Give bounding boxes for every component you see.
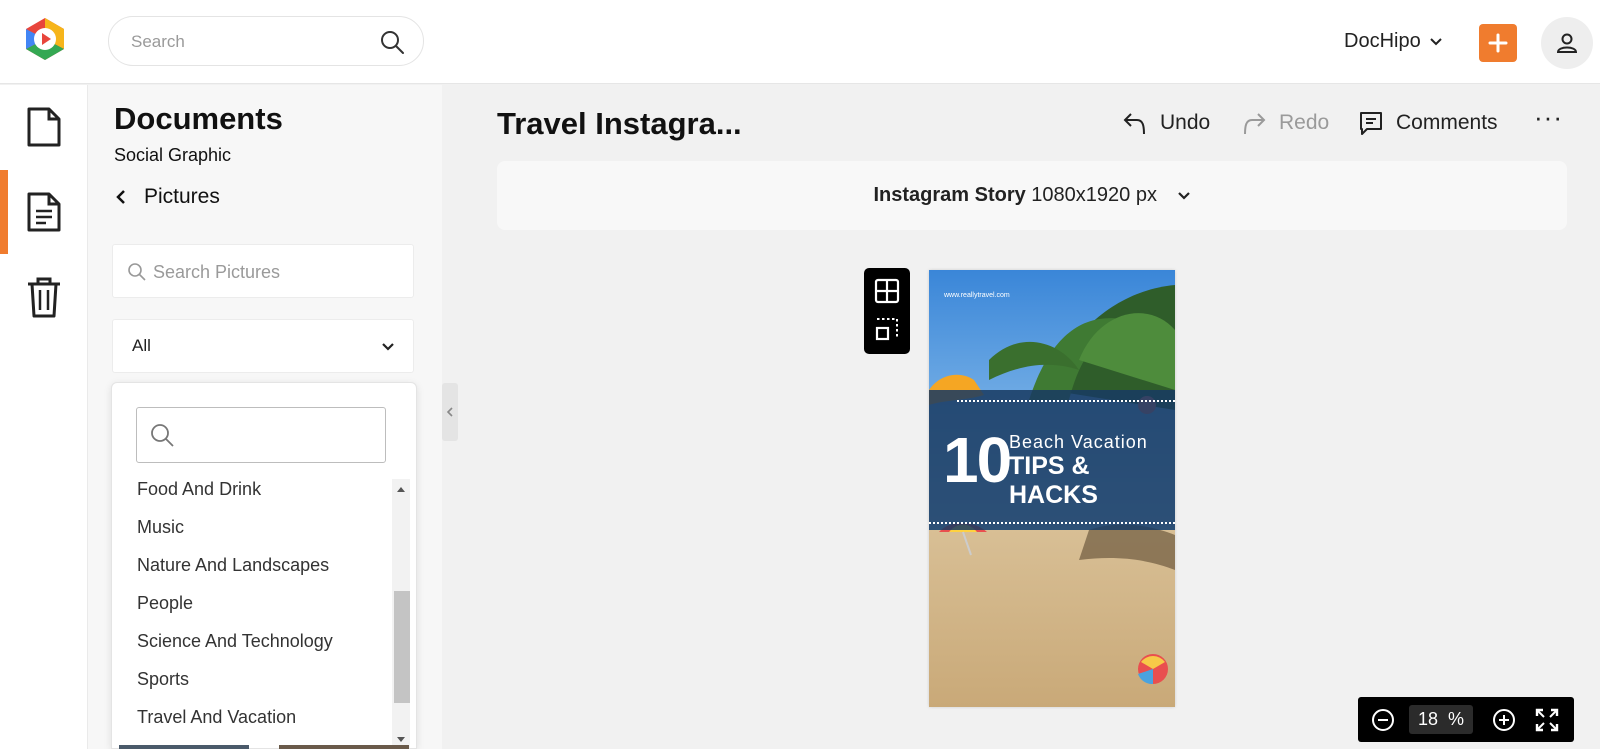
design-url-text: www.reallyt­ravel.com <box>944 292 1010 299</box>
user-icon <box>1556 33 1578 53</box>
top-bar: DocHipo <box>0 0 1600 84</box>
fullscreen-icon[interactable] <box>1534 707 1560 733</box>
zoom-in-icon[interactable] <box>1491 707 1517 733</box>
zoom-unit: % <box>1448 709 1465 729</box>
redo-button[interactable]: Redo <box>1241 110 1329 136</box>
search-icon <box>151 424 174 447</box>
dropdown-item[interactable]: People <box>137 593 193 614</box>
category-selected-value: All <box>132 336 151 355</box>
canvas-mini-toolbar <box>864 268 910 354</box>
picture-thumbnail[interactable] <box>119 745 249 749</box>
picture-search <box>112 244 414 298</box>
dropdown-search-input[interactable] <box>136 407 386 463</box>
scrollbar-thumb[interactable] <box>394 591 410 703</box>
search-icon <box>128 263 146 281</box>
zoom-out-icon[interactable] <box>1370 707 1396 733</box>
zoom-controls: 18 % <box>1358 697 1574 742</box>
chevron-down-icon <box>1177 191 1190 200</box>
category-dropdown: Food And Drink Music Nature And Landscap… <box>111 382 417 749</box>
global-search <box>108 16 424 66</box>
design-number-text: 10 <box>943 424 1012 496</box>
plus-icon <box>1488 33 1508 53</box>
design-heading-line2: TIPS & HACKS <box>1009 452 1098 509</box>
category-select[interactable]: All <box>112 319 414 373</box>
left-rail <box>0 85 88 749</box>
undo-label: Undo <box>1160 111 1211 134</box>
dropdown-item[interactable]: Travel And Vacation <box>137 707 296 728</box>
format-size: 1080x1920 px <box>1031 184 1157 206</box>
format-label: Instagram Story 1080x1920 px <box>497 184 1567 207</box>
trash-icon <box>28 277 60 318</box>
grid-icon[interactable] <box>874 278 900 304</box>
chevron-down-icon <box>382 343 394 351</box>
redo-icon <box>1244 113 1266 135</box>
resize-icon[interactable] <box>874 316 900 342</box>
more-options-button[interactable]: ··· <box>1534 104 1563 130</box>
format-name: Instagram Story <box>873 184 1026 206</box>
collapse-panel-button[interactable] <box>442 383 458 441</box>
design-canvas[interactable]: www.reallyt­ravel.com 10 Beach Vacation … <box>929 270 1175 707</box>
back-label: Pictures <box>144 185 220 208</box>
document-title[interactable]: Travel Instagra... <box>497 106 742 142</box>
comments-button[interactable]: Comments <box>1358 110 1498 136</box>
rail-item-trash[interactable] <box>0 255 88 339</box>
undo-icon <box>1123 113 1145 135</box>
dropdown-item[interactable]: Nature And Landscapes <box>137 555 329 576</box>
picture-thumbnail[interactable] <box>279 745 409 749</box>
dropdown-item[interactable]: Sports <box>137 669 189 690</box>
search-icon[interactable] <box>379 29 405 55</box>
global-search-input[interactable] <box>131 30 361 54</box>
dropdown-list: Food And Drink Music Nature And Landscap… <box>112 479 392 748</box>
design-heading-line1: Beach Vacation <box>1009 432 1148 452</box>
zoom-level[interactable]: 18 % <box>1409 705 1473 734</box>
zoom-value: 18 <box>1417 709 1438 729</box>
workspace-switcher[interactable]: DocHipo <box>1344 28 1443 54</box>
workspace-label: DocHipo <box>1344 29 1421 52</box>
back-to-pictures-button[interactable]: Pictures <box>116 185 220 209</box>
scroll-down-arrow-icon[interactable] <box>397 737 405 742</box>
comment-icon <box>1360 112 1382 135</box>
design-divider <box>957 400 1175 404</box>
dropdown-item[interactable]: Food And Drink <box>137 479 261 500</box>
dropdown-item[interactable]: Music <box>137 517 184 538</box>
undo-button[interactable]: Undo <box>1122 110 1210 136</box>
format-selector[interactable]: Instagram Story 1080x1920 px <box>497 161 1567 230</box>
chevron-left-icon <box>116 190 125 204</box>
comments-label: Comments <box>1396 111 1498 134</box>
rail-item-documents[interactable] <box>0 170 88 254</box>
redo-label: Redo <box>1279 111 1330 134</box>
chevron-left-icon <box>446 407 453 417</box>
panel-subtitle: Social Graphic <box>114 145 232 165</box>
scroll-up-arrow-icon[interactable] <box>397 487 405 492</box>
dochipo-logo-icon[interactable] <box>22 16 68 62</box>
picture-search-input[interactable] <box>153 260 403 284</box>
rail-item-new-document[interactable] <box>0 85 88 169</box>
dropdown-scrollbar[interactable] <box>392 479 410 748</box>
document-lines-icon <box>27 192 61 232</box>
user-avatar-button[interactable] <box>1541 17 1593 69</box>
create-new-button[interactable] <box>1479 24 1517 62</box>
chevron-down-icon <box>1429 38 1442 46</box>
side-panel: Documents Social Graphic Pictures All Fo… <box>88 85 442 749</box>
panel-title: Documents <box>114 101 283 136</box>
document-icon <box>27 107 61 147</box>
design-divider <box>929 522 1175 526</box>
dropdown-item[interactable]: Science And Technology <box>137 631 333 652</box>
